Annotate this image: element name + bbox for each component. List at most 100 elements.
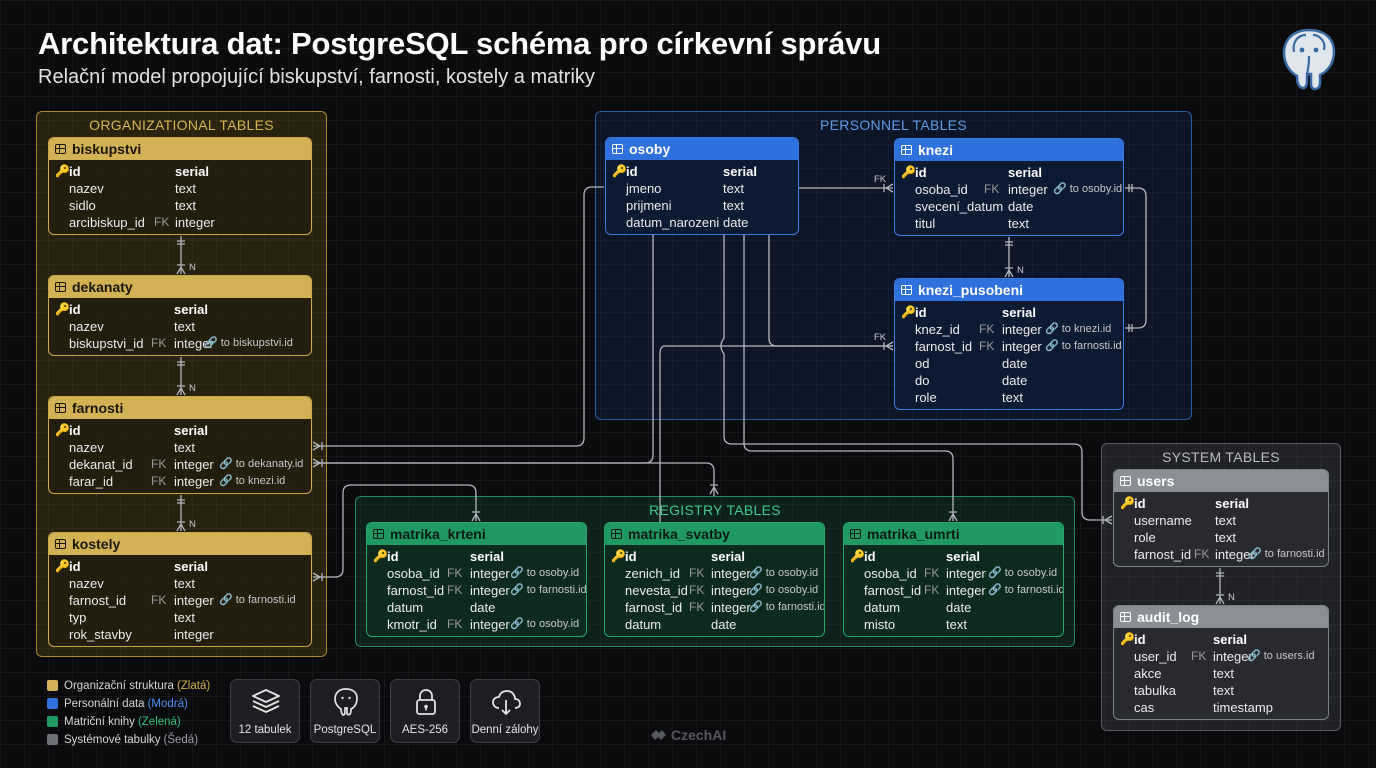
primary-key-row[interactable]: 🔑 id serial (367, 548, 586, 565)
column-row[interactable]: nazev text (49, 575, 311, 592)
column-row[interactable]: dekanat_id FK integer 🔗 to dekanaty.id (49, 456, 311, 473)
primary-key-row[interactable]: 🔑 id serial (49, 163, 311, 180)
column-row[interactable]: misto text (844, 616, 1063, 633)
primary-key-row[interactable]: 🔑 id serial (605, 548, 824, 565)
column-row[interactable]: username text (1114, 512, 1328, 529)
column-row[interactable]: farnost_id FK integer 🔗 to farnosti.id (1114, 546, 1328, 563)
table-icon (55, 539, 66, 549)
column-row[interactable]: nazev text (49, 439, 311, 456)
table-users[interactable]: users 🔑 id serial username text role text farnos… (1113, 469, 1329, 567)
badge-postgresql: PostgreSQL (310, 679, 380, 743)
primary-key-row[interactable]: 🔑 id serial (49, 422, 311, 439)
column-row[interactable]: rok_stavby integer (49, 626, 311, 643)
column-row[interactable]: prijmeni text (606, 197, 798, 214)
table-knezi[interactable]: knezi 🔑 id serial osoba_id FK integer 🔗 to osob… (894, 138, 1124, 236)
column-row[interactable]: farnost_id FK integer 🔗 to farnosti.id (367, 582, 586, 599)
column-row[interactable]: osoba_id FK integer 🔗 to osoby.id (367, 565, 586, 582)
column-row[interactable]: farar_id FK integer 🔗 to knezi.id (49, 473, 311, 490)
column-type: text (174, 576, 195, 591)
column-row[interactable]: farnost_id FK integer 🔗 to farnosti.id (605, 599, 824, 616)
column-row[interactable]: typ text (49, 609, 311, 626)
column-row[interactable]: role text (1114, 529, 1328, 546)
key-icon: 🔑 (612, 164, 627, 178)
legend-hint: (Zelená) (137, 715, 181, 728)
table-dekanaty[interactable]: dekanaty 🔑 id serial nazev text biskupstvi_id F… (48, 275, 312, 356)
column-row[interactable]: farnost_id FK integer 🔗 to farnosti.id (844, 582, 1063, 599)
table-audit-log[interactable]: audit_log 🔑 id serial user_id FK integer 🔗 to u… (1113, 605, 1329, 720)
column-row[interactable]: do date (895, 372, 1123, 389)
column-type: serial (1008, 165, 1042, 180)
table-biskupstvi[interactable]: biskupstvi 🔑 id serial nazev text sidlo text arc… (48, 137, 312, 235)
table-header[interactable]: farnosti (49, 397, 311, 419)
column-name: nazev (69, 181, 104, 196)
column-name: id (864, 549, 876, 564)
table-header[interactable]: matrika_umrti (844, 523, 1063, 545)
column-row[interactable]: osoba_id FK integer 🔗 to osoby.id (844, 565, 1063, 582)
primary-key-row[interactable]: 🔑 id serial (1114, 495, 1328, 512)
column-row[interactable]: cas timestamp (1114, 699, 1328, 716)
fk-reference: 🔗 to farnosti.id (1248, 548, 1325, 560)
table-header[interactable]: knezi (895, 139, 1123, 161)
column-type: integer (946, 566, 986, 581)
column-row[interactable]: role text (895, 389, 1123, 406)
table-name: dekanaty (72, 279, 133, 295)
legend-label: Personální data (64, 697, 145, 710)
table-osoby[interactable]: osoby 🔑 id serial jmeno text prijmeni text datum… (605, 137, 799, 235)
table-header[interactable]: osoby (606, 138, 798, 160)
column-row[interactable]: datum date (367, 599, 586, 616)
column-row[interactable]: farnost_id FK integer 🔗 to farnosti.id (49, 592, 311, 609)
table-kostely[interactable]: kostely 🔑 id serial nazev text farnost_id FK int… (48, 532, 312, 647)
table-header[interactable]: knezi_pusobeni (895, 279, 1123, 301)
table-knezi-pusobeni[interactable]: knezi_pusobeni 🔑 id serial knez_id FK integer 🔗… (894, 278, 1124, 410)
legend-item-personnel: Personální data (Modrá) (47, 696, 188, 711)
column-row[interactable]: titul text (895, 215, 1123, 232)
column-row[interactable]: user_id FK integer 🔗 to users.id (1114, 648, 1328, 665)
table-header[interactable]: biskupstvi (49, 138, 311, 160)
table-header[interactable]: audit_log (1114, 606, 1328, 628)
column-row[interactable]: kmotr_id FK integer 🔗 to osoby.id (367, 616, 586, 633)
column-row[interactable]: akce text (1114, 665, 1328, 682)
column-row[interactable]: knez_id FK integer 🔗 to knezi.id (895, 321, 1123, 338)
table-header[interactable]: kostely (49, 533, 311, 555)
column-row[interactable]: sidlo text (49, 197, 311, 214)
table-header[interactable]: dekanaty (49, 276, 311, 298)
column-row[interactable]: nevesta_id FK integer 🔗 to osoby.id (605, 582, 824, 599)
table-icon (373, 529, 384, 539)
table-matrika-krteni[interactable]: matrika_krteni 🔑 id serial osoba_id FK integer… (366, 522, 587, 637)
column-row[interactable]: svecení_datum date (895, 198, 1123, 215)
column-row[interactable]: jmeno text (606, 180, 798, 197)
key-icon: 🔑 (1120, 496, 1135, 510)
column-row[interactable]: datum date (844, 599, 1063, 616)
column-row[interactable]: farnost_id FK integer 🔗 to farnosti.id (895, 338, 1123, 355)
column-row[interactable]: arcibiskup_id FK integer (49, 214, 311, 231)
column-row[interactable]: osoba_id FK integer 🔗 to osoby.id (895, 181, 1123, 198)
table-header[interactable]: users (1114, 470, 1328, 492)
key-icon: 🔑 (1120, 632, 1135, 646)
column-type: integer (174, 627, 214, 642)
table-header[interactable]: matrika_krteni (367, 523, 586, 545)
table-matrika-umrti[interactable]: matrika_umrti 🔑 id serial osoba_id FK integer 🔗… (843, 522, 1064, 637)
column-name: titul (915, 216, 936, 231)
primary-key-row[interactable]: 🔑 id serial (895, 164, 1123, 181)
primary-key-row[interactable]: 🔑 id serial (895, 304, 1123, 321)
primary-key-row[interactable]: 🔑 id serial (49, 558, 311, 575)
column-row[interactable]: datum date (605, 616, 824, 633)
column-row[interactable]: zenich_id FK integer 🔗 to osoby.id (605, 565, 824, 582)
column-row[interactable]: nazev text (49, 318, 311, 335)
column-name: farnost_id (387, 583, 445, 598)
column-row[interactable]: biskupstvi_id FK integer 🔗 to biskupstvi.id (49, 335, 311, 352)
table-matrika-svatby[interactable]: matrika_svatby 🔑 id serial zenich_id FK intege… (604, 522, 825, 637)
legend-item-system: Systémové tabulky (Šedá) (47, 732, 198, 747)
column-row[interactable]: nazev text (49, 180, 311, 197)
primary-key-row[interactable]: 🔑 id serial (844, 548, 1063, 565)
column-row[interactable]: od date (895, 355, 1123, 372)
column-row[interactable]: tabulka text (1114, 682, 1328, 699)
primary-key-row[interactable]: 🔑 id serial (49, 301, 311, 318)
primary-key-row[interactable]: 🔑 id serial (606, 163, 798, 180)
table-header[interactable]: matrika_svatby (605, 523, 824, 545)
column-name: datum_narozeni (626, 215, 720, 230)
column-row[interactable]: datum_narozeni date (606, 214, 798, 231)
table-farnosti[interactable]: farnosti 🔑 id serial nazev text dekanat_id FK in… (48, 396, 312, 494)
primary-key-row[interactable]: 🔑 id serial (1114, 631, 1328, 648)
column-name: typ (69, 610, 87, 625)
